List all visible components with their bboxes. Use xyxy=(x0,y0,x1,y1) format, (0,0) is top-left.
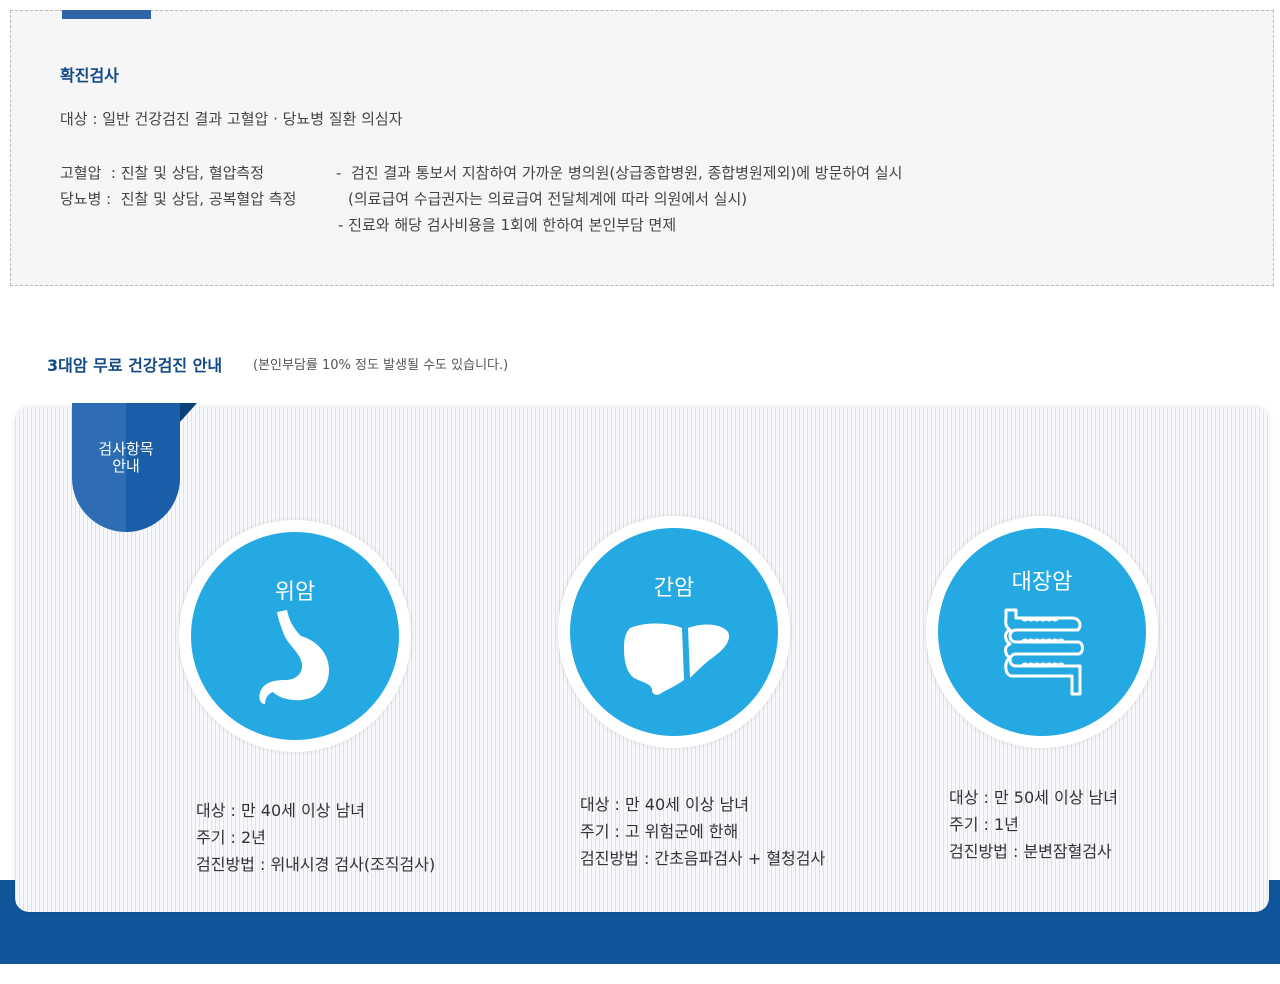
ribbon-fold xyxy=(180,403,197,422)
stomach-cancer-disc: 위암 xyxy=(191,532,399,740)
stomach-cancer-info: 대상 : 만 40세 이상 남녀 주기 : 2년 검진방법 : 위내시경 검사(… xyxy=(196,797,435,878)
liver-cancer-target: 대상 : 만 40세 이상 남녀 xyxy=(580,795,749,814)
cancer-screening-note: (본인부담률 10% 정도 발생될 수도 있습니다.) xyxy=(253,358,509,373)
colorectal-cancer-target: 대상 : 만 50세 이상 남녀 xyxy=(949,788,1118,807)
liver-cancer-info: 대상 : 만 40세 이상 남녀 주기 : 고 위험군에 한해 검진방법 : 간… xyxy=(580,791,825,872)
liver-cancer-label: 간암 xyxy=(653,576,695,601)
colorectal-cancer-cycle: 주기 : 1년 xyxy=(949,815,1019,834)
liver-cancer-cycle: 주기 : 고 위험군에 한해 xyxy=(580,822,739,841)
confirm-note-1: - 검진 결과 통보서 지참하여 가까운 병의원(상급종합병원, 종합병원제외)… xyxy=(336,164,903,182)
hypertension-label: 고혈압 : 진찰 및 상담, 혈압측정 xyxy=(60,164,265,182)
colorectal-cancer-disc: 대장암 xyxy=(938,528,1146,736)
section-accent-bar xyxy=(62,10,151,19)
ribbon-line-1: 검사항목 xyxy=(98,440,154,458)
cancer-screening-title: 3대암 무료 건강검진 안내 xyxy=(47,356,223,375)
colorectal-cancer-info: 대상 : 만 50세 이상 남녀 주기 : 1년 검진방법 : 분변잠혈검사 xyxy=(949,784,1118,865)
stomach-cancer-method: 검진방법 : 위내시경 검사(조직검사) xyxy=(196,855,436,874)
colorectal-cancer-label: 대장암 xyxy=(1011,570,1073,595)
ribbon-line-2: 안내 xyxy=(112,457,140,475)
confirm-note-3: - 진료와 해당 검사비용을 1회에 한하여 본인부담 면제 xyxy=(338,216,677,234)
liver-cancer-circle: 간암 xyxy=(558,516,790,748)
liver-cancer-disc: 간암 xyxy=(570,528,778,736)
confirm-test-target: 대상 : 일반 건강검진 결과 고혈압 · 당뇨병 질환 의심자 xyxy=(60,110,403,128)
confirm-test-title: 확진검사 xyxy=(60,66,119,85)
stomach-cancer-target: 대상 : 만 40세 이상 남녀 xyxy=(196,801,365,820)
liver-icon xyxy=(624,623,730,695)
liver-cancer-method: 검진방법 : 간초음파검사 + 혈청검사 xyxy=(580,849,826,868)
confirm-note-2: (의료급여 수급권자는 의료급여 전달체계에 따라 의원에서 실시) xyxy=(348,190,748,208)
diabetes-label: 당뇨병 : 진찰 및 상담, 공복혈압 측정 xyxy=(60,190,297,208)
stomach-cancer-cycle: 주기 : 2년 xyxy=(196,828,266,847)
stomach-icon xyxy=(259,610,329,704)
stomach-cancer-label: 위암 xyxy=(274,580,316,605)
colon-icon xyxy=(1004,608,1084,696)
ribbon-label: 검사항목 안내 xyxy=(72,441,180,475)
confirm-test-box xyxy=(10,10,1274,286)
colorectal-cancer-circle: 대장암 xyxy=(926,516,1158,748)
colorectal-cancer-method: 검진방법 : 분변잠혈검사 xyxy=(949,842,1112,861)
stomach-cancer-circle: 위암 xyxy=(179,520,411,752)
